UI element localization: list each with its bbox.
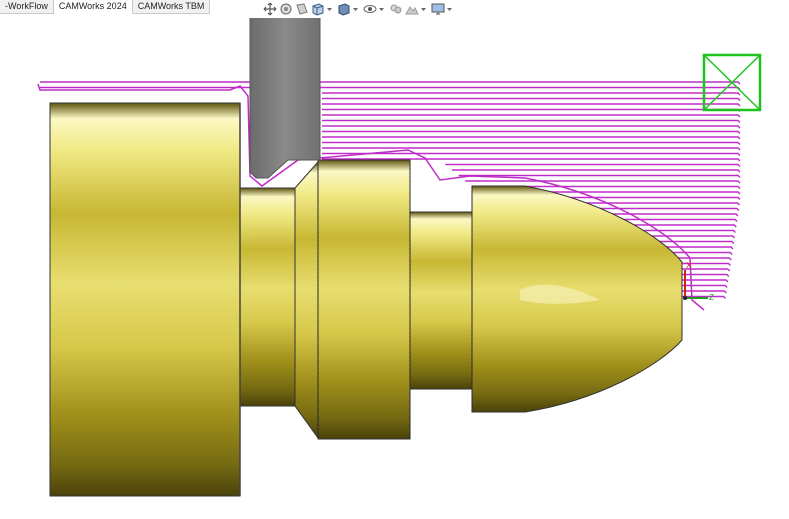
scene-dropdown-icon[interactable] xyxy=(420,2,427,16)
toolpath-pass xyxy=(452,169,741,173)
view-orientation-dropdown-icon[interactable] xyxy=(326,2,333,16)
z-axis-label: Z xyxy=(709,293,714,302)
view-orientation-icon[interactable] xyxy=(311,2,325,16)
part-chamfer-left xyxy=(294,160,319,440)
toolpath-pass xyxy=(322,92,741,96)
tool-holder xyxy=(249,18,321,179)
x-axis-label: X xyxy=(686,261,692,270)
part-collar xyxy=(317,159,411,440)
toolpath-pass xyxy=(322,119,741,123)
tab-bar: -WorkFlow CAMWorks 2024 CAMWorks TBM xyxy=(0,0,211,14)
toolpath-pass xyxy=(520,185,741,189)
hide-show-icon[interactable] xyxy=(363,2,377,16)
turning-tool[interactable] xyxy=(249,18,321,179)
toolpath-pass xyxy=(322,152,741,156)
display-style-icon[interactable] xyxy=(337,2,351,16)
display-style-dropdown-icon[interactable] xyxy=(352,2,359,16)
tab-workflow[interactable]: -WorkFlow xyxy=(0,0,54,14)
toolpath-pass xyxy=(322,108,741,112)
toolpath-pass xyxy=(322,141,741,145)
tab-camworks-tbm[interactable]: CAMWorks TBM xyxy=(132,0,211,14)
toolpath-pass xyxy=(322,136,741,140)
turned-part[interactable] xyxy=(49,102,683,497)
toolpath-pass xyxy=(465,180,741,184)
toolpath-pass xyxy=(322,103,741,107)
part-small-neck xyxy=(409,211,473,390)
section-view-icon[interactable] xyxy=(295,2,309,16)
toolpath-pass xyxy=(322,130,741,134)
heads-up-view-toolbar xyxy=(262,1,456,17)
part-base-cylinder xyxy=(49,102,241,497)
toolpath-pass xyxy=(322,114,741,118)
toolpath-pass xyxy=(322,125,741,129)
part-groove-neck xyxy=(239,187,296,407)
toolpath-pass xyxy=(445,163,741,167)
graphics-area[interactable]: X Z xyxy=(0,18,789,519)
toolpath-pass xyxy=(322,147,741,151)
toolpath-pass xyxy=(40,81,741,85)
monitor-icon[interactable] xyxy=(431,2,445,16)
toolpath-pass xyxy=(322,97,741,101)
monitor-dropdown-icon[interactable] xyxy=(446,2,453,16)
lasso-select-icon[interactable] xyxy=(279,2,293,16)
tab-camworks-2024[interactable]: CAMWorks 2024 xyxy=(53,0,133,14)
hide-show-dropdown-icon[interactable] xyxy=(378,2,385,16)
toolpath-pass xyxy=(40,86,741,90)
scene-icon[interactable] xyxy=(405,2,419,16)
move-arrows-icon[interactable] xyxy=(263,2,277,16)
appearance-icon[interactable] xyxy=(389,2,403,16)
toolpath-pass xyxy=(528,191,741,195)
